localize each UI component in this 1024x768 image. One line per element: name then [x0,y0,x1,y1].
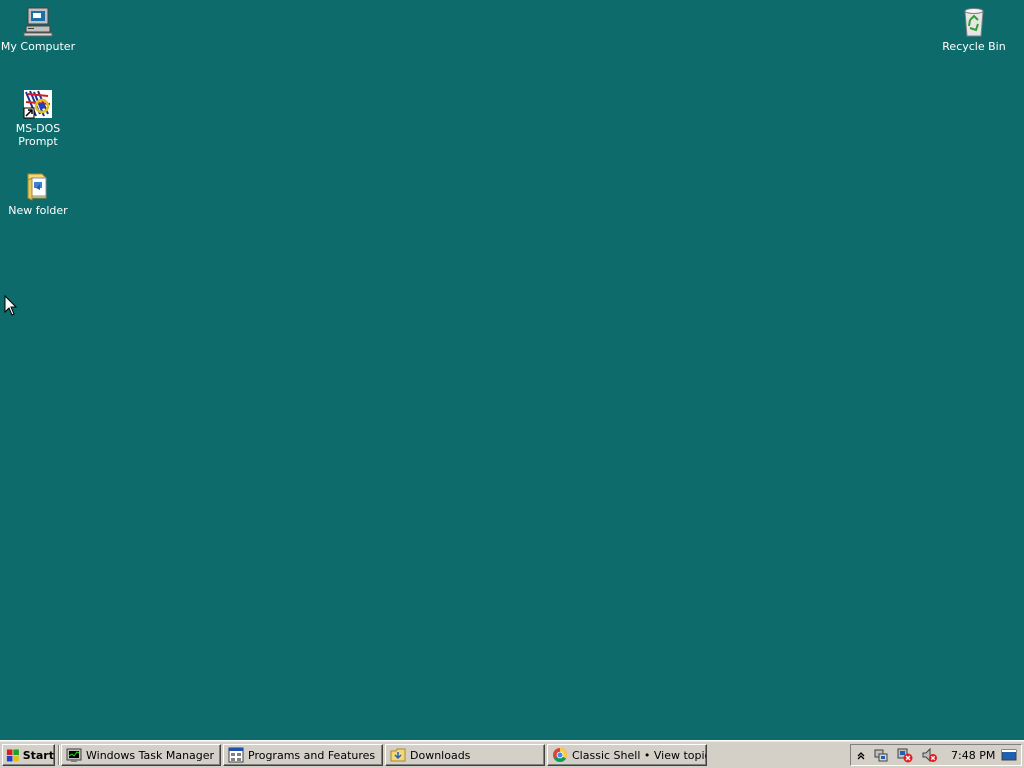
recycle-bin-icon [964,8,984,37]
desktop-icon-recycle-bin[interactable]: Recycle Bin [936,6,1012,53]
network-disconnected-icon[interactable] [897,747,913,763]
my-computer-icon [23,7,53,37]
windows-logo-icon [6,749,19,762]
folder-icon [27,173,47,201]
task-label: Programs and Features [248,748,376,762]
start-button[interactable]: Start [2,744,55,766]
task-label: Classic Shell • View topic ... [572,748,706,762]
desktop-icon-label: MS-DOS Prompt [15,122,61,148]
chrome-icon [553,748,567,762]
taskbar-button-programs-features[interactable]: Programs and Features [223,744,383,766]
taskbar-divider [58,745,60,765]
desktop-icon-new-folder[interactable]: New folder [0,170,76,217]
taskbar-button-task-manager[interactable]: Windows Task Manager [61,744,221,766]
desktop-icon-my-computer[interactable]: My Computer [0,6,76,53]
system-tray: 7:48 PM [850,744,1022,766]
programs-features-icon [228,747,244,763]
desktop-icon-label: Recycle Bin [942,40,1006,53]
task-label: Windows Task Manager [86,748,215,762]
folder-icon [390,748,406,762]
clock[interactable]: 7:48 PM [951,749,995,762]
desktop-icon-label: New folder [8,204,68,217]
taskbar: Start Windows Task Manager Programs and … [0,740,1024,768]
desktop-icon-msdos-prompt[interactable]: MS-DOS Prompt [0,88,76,148]
msdos-prompt-icon [23,90,52,119]
start-label: Start [22,748,54,762]
taskbar-button-chrome[interactable]: Classic Shell • View topic ... [547,744,707,766]
volume-muted-icon[interactable] [921,747,937,763]
taskbar-button-downloads[interactable]: Downloads [385,744,545,766]
desktop-icon-label: My Computer [0,40,76,53]
mouse-pointer-icon [4,295,18,316]
task-manager-icon [66,748,82,762]
show-hidden-icons-icon[interactable] [853,747,869,763]
show-desktop-icon[interactable] [1001,747,1017,763]
network-icon[interactable] [873,747,889,763]
task-label: Downloads [410,748,471,762]
desktop[interactable]: My Computer MS-DOS Prompt New folder Rec… [0,0,1024,740]
